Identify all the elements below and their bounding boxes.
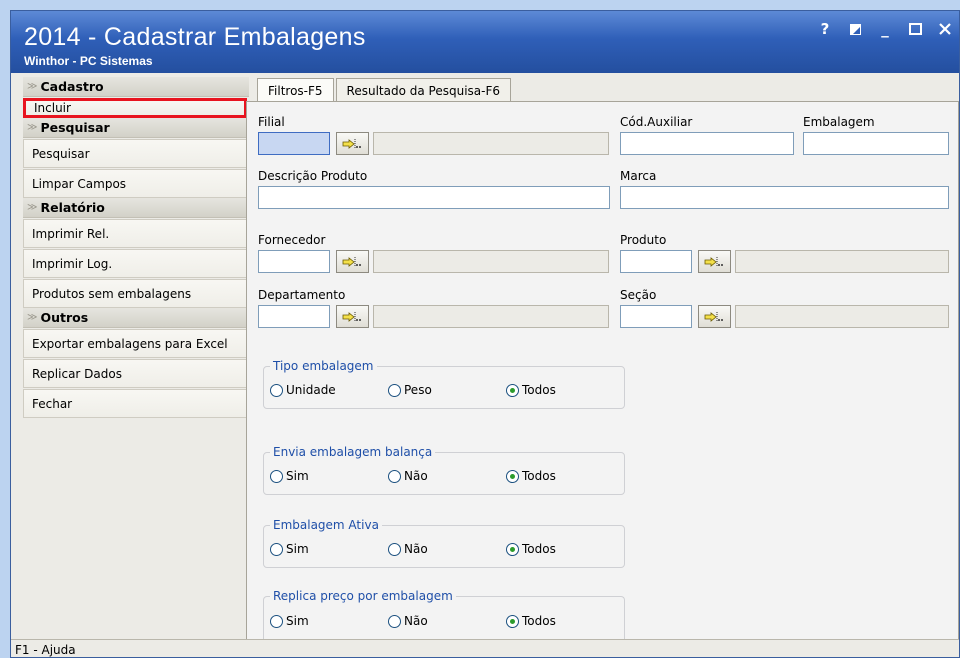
fechar-button[interactable]: Fechar: [23, 389, 247, 418]
group-title: Embalagem Ativa: [270, 518, 382, 532]
title-bar: 2014 - Cadastrar Embalagens Winthor - PC…: [11, 11, 959, 73]
cod-auxiliar-input[interactable]: [620, 132, 794, 155]
radio-todos[interactable]: Todos: [506, 542, 556, 556]
sidebar: ≫ Cadastro Incluir ≫ Pesquisar Pesquisar…: [23, 77, 249, 639]
group-title: Envia embalagem balança: [270, 445, 436, 459]
radio-peso[interactable]: Peso: [388, 383, 432, 397]
embalagem-input[interactable]: [803, 132, 949, 155]
secao-lookup-button[interactable]: [698, 305, 731, 328]
imprimir-log-button[interactable]: Imprimir Log.: [23, 249, 247, 278]
filial-description-field: [373, 132, 609, 155]
minimize-icon[interactable]: _: [877, 20, 893, 38]
fornecedor-description-field: [373, 250, 609, 273]
window-subtitle: Winthor - PC Sistemas: [24, 54, 153, 68]
chevron-up-icon: ≫: [27, 202, 38, 213]
radio-nao[interactable]: Não: [388, 614, 428, 628]
restore-icon[interactable]: [847, 21, 863, 37]
section-title: Outros: [40, 310, 89, 325]
chevron-up-icon: ≫: [27, 122, 38, 133]
close-icon[interactable]: [937, 21, 953, 37]
window-title: 2014 - Cadastrar Embalagens: [24, 23, 366, 51]
imprimir-rel-button[interactable]: Imprimir Rel.: [23, 219, 247, 248]
radio-sim[interactable]: Sim: [270, 542, 309, 556]
tab-filtros[interactable]: Filtros-F5: [257, 78, 334, 103]
lookup-icon: [704, 256, 723, 267]
status-bar: F1 - Ajuda: [11, 639, 959, 657]
radio-nao[interactable]: Não: [388, 542, 428, 556]
descricao-produto-input[interactable]: [258, 186, 610, 209]
maximize-icon[interactable]: [907, 21, 923, 37]
marca-label: Marca: [620, 169, 657, 183]
departamento-lookup-button[interactable]: [336, 305, 369, 328]
section-title: Cadastro: [40, 79, 104, 94]
lookup-icon: [704, 311, 723, 322]
tab-resultado-pesquisa[interactable]: Resultado da Pesquisa-F6: [335, 78, 512, 102]
limpar-campos-button[interactable]: Limpar Campos: [23, 169, 247, 198]
sidebar-section-outros[interactable]: ≫ Outros: [23, 308, 249, 328]
fornecedor-label: Fornecedor: [258, 233, 326, 247]
secao-description-field: [735, 305, 949, 328]
filial-lookup-button[interactable]: [336, 132, 369, 155]
departamento-input[interactable]: [258, 305, 330, 328]
filial-label: Filial: [258, 115, 285, 129]
radio-sim[interactable]: Sim: [270, 614, 309, 628]
replicar-dados-button[interactable]: Replicar Dados: [23, 359, 247, 388]
radio-unidade[interactable]: Unidade: [270, 383, 336, 397]
chevron-up-icon: ≫: [27, 81, 38, 92]
chevron-up-icon: ≫: [27, 312, 38, 323]
secao-label: Seção: [620, 288, 657, 302]
help-shortcut-text: F1 - Ajuda: [15, 642, 76, 657]
radio-sim[interactable]: Sim: [270, 469, 309, 483]
group-title: Tipo embalagem: [270, 359, 377, 373]
marca-input[interactable]: [620, 186, 949, 209]
sidebar-section-relatorio[interactable]: ≫ Relatório: [23, 198, 249, 218]
produto-description-field: [735, 250, 949, 273]
incluir-button[interactable]: Incluir: [23, 98, 247, 118]
departamento-description-field: [373, 305, 609, 328]
section-title: Pesquisar: [40, 120, 110, 135]
lookup-icon: [342, 138, 361, 149]
fornecedor-lookup-button[interactable]: [336, 250, 369, 273]
sidebar-section-cadastro[interactable]: ≫ Cadastro: [23, 77, 249, 97]
produto-lookup-button[interactable]: [698, 250, 731, 273]
sidebar-section-pesquisar[interactable]: ≫ Pesquisar: [23, 118, 249, 138]
produto-label: Produto: [620, 233, 667, 247]
filters-panel: Filial Cód.Auxiliar Embalagem Descrição …: [246, 101, 959, 642]
exportar-excel-button[interactable]: Exportar embalagens para Excel: [23, 329, 247, 358]
help-icon[interactable]: ?: [817, 20, 833, 38]
departamento-label: Departamento: [258, 288, 346, 302]
produtos-sem-embalagens-button[interactable]: Produtos sem embalagens: [23, 279, 247, 308]
radio-todos[interactable]: Todos: [506, 383, 556, 397]
radio-todos[interactable]: Todos: [506, 469, 556, 483]
pesquisar-button[interactable]: Pesquisar: [23, 139, 247, 168]
section-title: Relatório: [40, 200, 105, 215]
group-title: Replica preço por embalagem: [270, 589, 456, 603]
produto-input[interactable]: [620, 250, 692, 273]
application-window: 2014 - Cadastrar Embalagens Winthor - PC…: [10, 10, 960, 658]
embalagem-ativa-group: Embalagem Ativa Sim Não Todos: [263, 518, 625, 568]
tipo-embalagem-group: Tipo embalagem Unidade Peso Todos: [263, 359, 625, 409]
envia-embalagem-balanca-group: Envia embalagem balança Sim Não Todos: [263, 445, 625, 495]
descricao-produto-label: Descrição Produto: [258, 169, 368, 183]
radio-nao[interactable]: Não: [388, 469, 428, 483]
window-controls: ? _: [817, 20, 953, 38]
lookup-icon: [342, 311, 361, 322]
embalagem-label: Embalagem: [803, 115, 875, 129]
cod-auxiliar-label: Cód.Auxiliar: [620, 115, 693, 129]
replica-preco-group: Replica preço por embalagem Sim Não Todo…: [263, 589, 625, 642]
fornecedor-input[interactable]: [258, 250, 330, 273]
lookup-icon: [342, 256, 361, 267]
tab-strip: Filtros-F5 Resultado da Pesquisa-F6: [257, 78, 512, 103]
secao-input[interactable]: [620, 305, 692, 328]
radio-todos[interactable]: Todos: [506, 614, 556, 628]
filial-input[interactable]: [258, 132, 330, 155]
